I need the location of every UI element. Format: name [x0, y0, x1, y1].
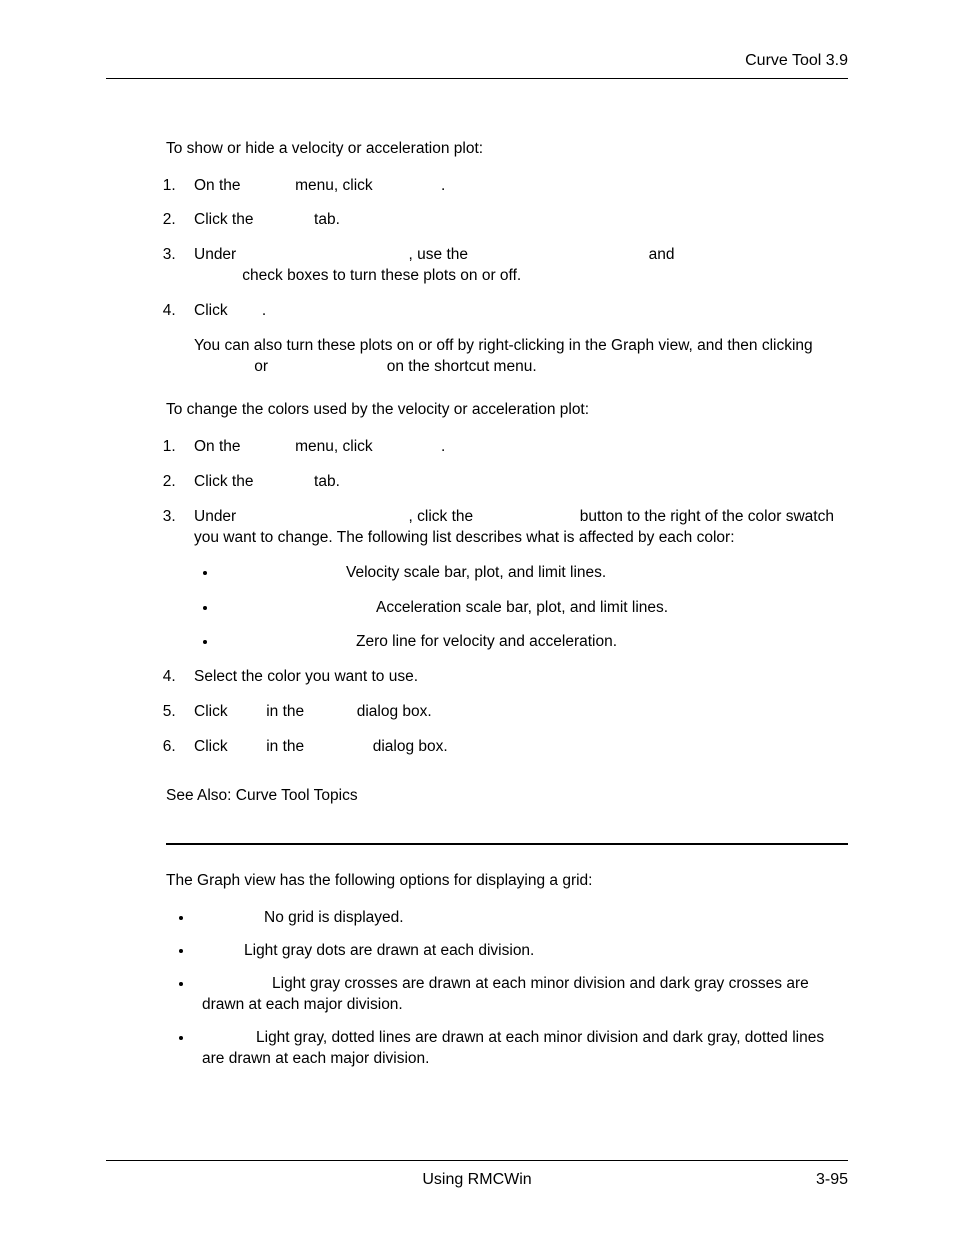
step-3: Under , use the and check boxes to turn … — [180, 245, 848, 287]
page: Curve Tool 3.9 To show or hide a velocit… — [0, 0, 954, 1235]
text: You can also turn these plots on or off … — [194, 337, 813, 354]
step2-2: Click the tab. — [180, 472, 848, 493]
text: Under — [194, 246, 241, 263]
step-2: Click the tab. — [180, 210, 848, 231]
footer-center: Using RMCWin — [422, 1169, 531, 1191]
step-4-note: You can also turn these plots on or off … — [194, 336, 848, 378]
see-also: See Also: Curve Tool Topics — [166, 786, 848, 807]
step-1: On the menu, click . — [180, 176, 848, 197]
grid-option-dots: Light gray dots are drawn at each divisi… — [194, 941, 848, 962]
text: On the — [194, 438, 245, 455]
text: and — [644, 246, 678, 263]
text: Under — [194, 508, 241, 525]
grid-option-crosses: Light gray crosses are drawn at each min… — [194, 974, 848, 1016]
text: , use the — [409, 246, 473, 263]
text: dialog box. — [368, 738, 447, 755]
text: Acceleration scale bar, plot, and limit … — [376, 599, 668, 616]
color-bullet-acceleration: Acceleration scale bar, plot, and limit … — [218, 598, 848, 619]
grid-option-none: No grid is displayed. — [194, 908, 848, 929]
step-4: Click . You can also turn these plots on… — [180, 301, 848, 378]
section-divider — [166, 843, 848, 845]
section1-steps: On the menu, click . Click the tab. Unde… — [166, 176, 848, 378]
text: on the shortcut menu. — [382, 358, 536, 375]
section2-intro: To change the colors used by the velocit… — [166, 400, 848, 421]
text: No grid is displayed. — [264, 909, 404, 926]
text: check boxes to turn these plots on or of… — [238, 267, 521, 284]
section1-intro: To show or hide a velocity or accelerati… — [166, 139, 848, 160]
text: tab. — [310, 473, 340, 490]
text: button to the right of the color swatch … — [194, 508, 834, 546]
text: dialog box. — [352, 703, 431, 720]
header-right-text: Curve Tool 3.9 — [106, 50, 848, 72]
text: menu, click — [291, 177, 377, 194]
text: , click the — [409, 508, 478, 525]
step2-1: On the menu, click . — [180, 437, 848, 458]
text: Light gray crosses are drawn at each min… — [202, 975, 809, 1013]
text: . — [262, 302, 266, 319]
text: Light gray, dotted lines are drawn at ea… — [202, 1029, 824, 1067]
step2-4: Select the color you want to use. — [180, 667, 848, 688]
step2-6: Click in the dialog box. — [180, 737, 848, 758]
page-footer: Using RMCWin 3-95 — [106, 1160, 848, 1191]
text: tab. — [310, 211, 340, 228]
footer-right: 3-95 — [816, 1169, 848, 1191]
text: . — [441, 177, 445, 194]
text: Click — [194, 302, 232, 319]
text: or — [250, 358, 272, 375]
color-bullet-zero: Zero line for velocity and acceleration. — [218, 632, 848, 653]
text: menu, click — [291, 438, 377, 455]
page-content: To show or hide a velocity or accelerati… — [106, 139, 848, 1070]
text: Zero line for velocity and acceleration. — [356, 633, 617, 650]
color-bullets: Velocity scale bar, plot, and limit line… — [194, 563, 848, 654]
text: Velocity scale bar, plot, and limit line… — [346, 564, 606, 581]
section2-steps: On the menu, click . Click the tab. Unde… — [166, 437, 848, 758]
text: in the — [262, 703, 309, 720]
color-bullet-velocity: Velocity scale bar, plot, and limit line… — [218, 563, 848, 584]
text: Light gray dots are drawn at each divisi… — [244, 942, 534, 959]
page-header: Curve Tool 3.9 — [106, 50, 848, 79]
text: Click the — [194, 211, 258, 228]
section3-intro: The Graph view has the following options… — [166, 871, 848, 892]
text: . — [441, 438, 445, 455]
grid-option-lines: Light gray, dotted lines are drawn at ea… — [194, 1028, 848, 1070]
text: in the — [262, 738, 309, 755]
step2-5: Click in the dialog box. — [180, 702, 848, 723]
text: Click the — [194, 473, 258, 490]
step2-3: Under , click the button to the right of… — [180, 507, 848, 654]
text: Click — [194, 738, 232, 755]
text: Click — [194, 703, 232, 720]
grid-options-list: No grid is displayed. Light gray dots ar… — [166, 908, 848, 1070]
text: On the — [194, 177, 245, 194]
